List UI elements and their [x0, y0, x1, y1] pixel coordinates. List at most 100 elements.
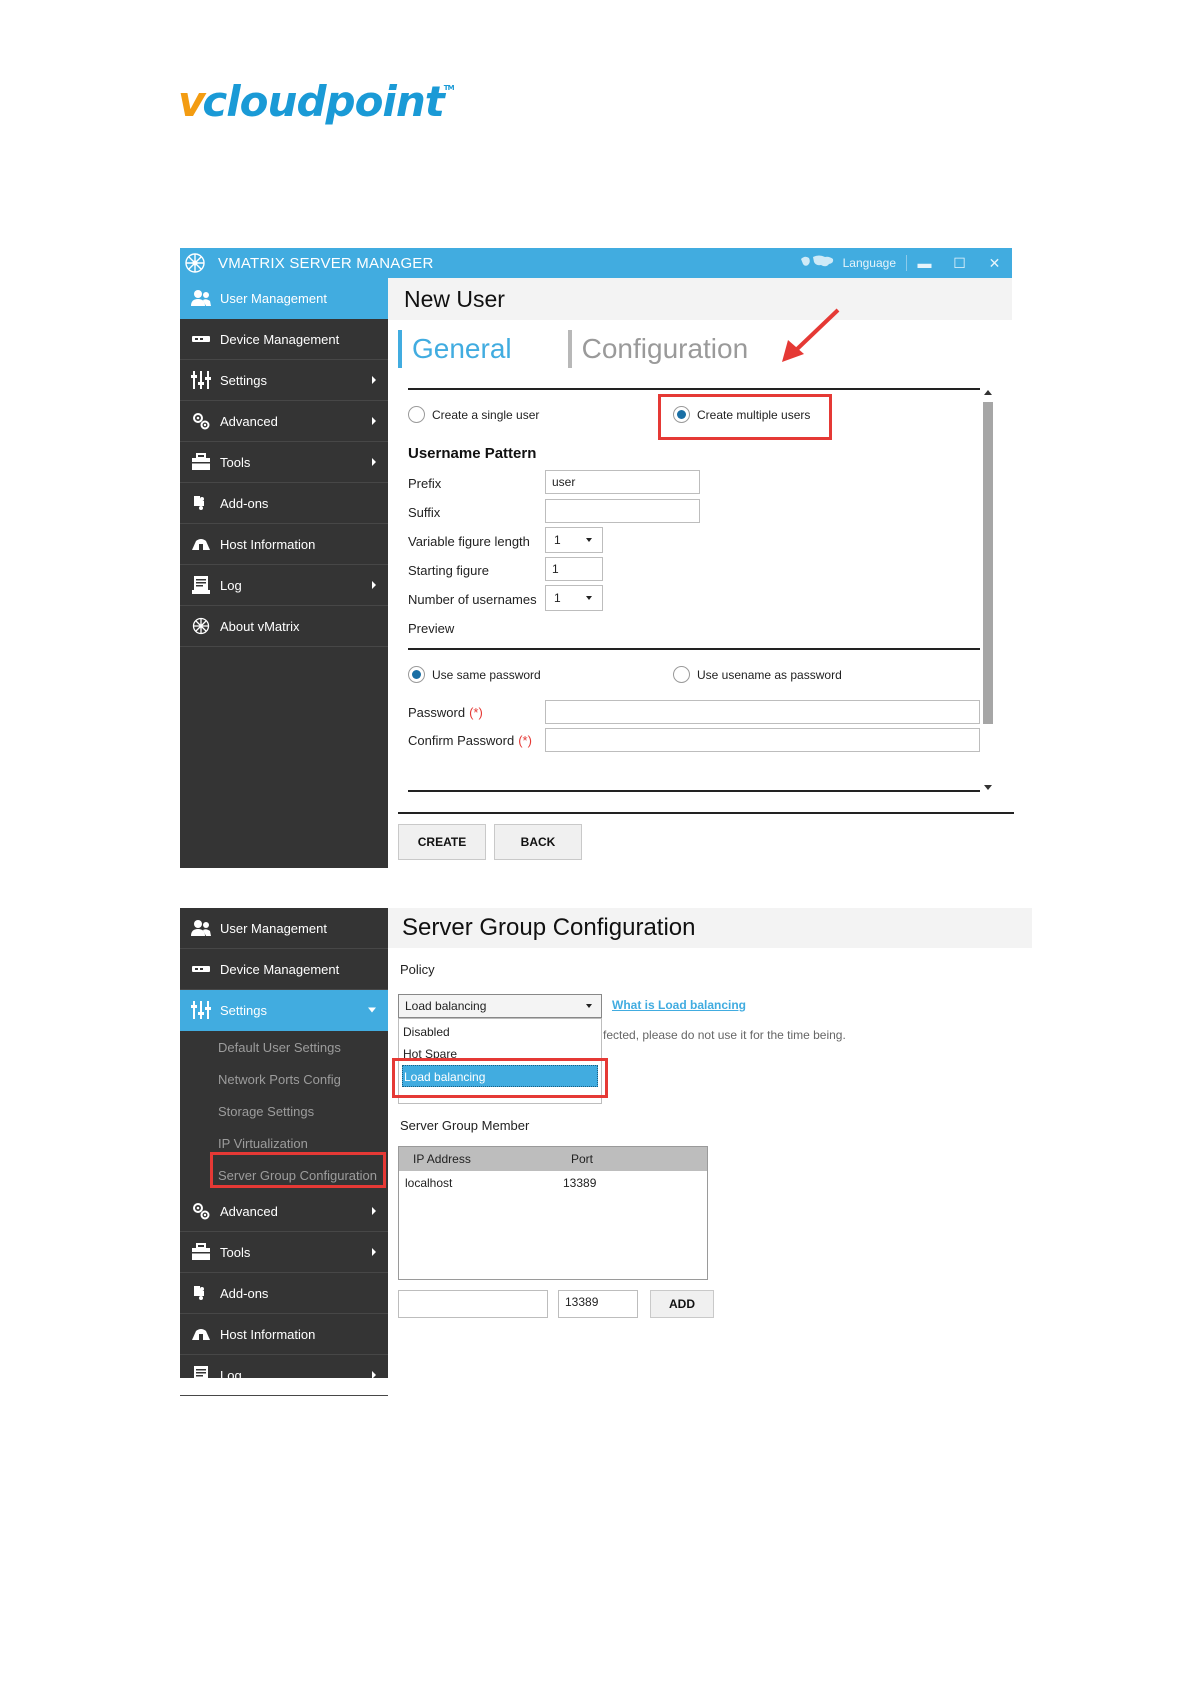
sidebar-item-advanced[interactable]: Advanced — [180, 401, 388, 442]
sidebar-item-device-management[interactable]: Device Management — [180, 949, 388, 990]
chevron-down-icon — [586, 1004, 592, 1008]
password-label: Password (*) — [408, 705, 483, 720]
sidebar-item-device-management[interactable]: Device Management — [180, 319, 388, 360]
puzzle-icon — [190, 1283, 212, 1303]
back-button[interactable]: BACK — [494, 824, 582, 860]
host-icon — [190, 534, 212, 554]
sidebar-item-label: Host Information — [220, 536, 316, 552]
puzzle-icon — [190, 493, 212, 513]
preview-label: Preview — [408, 621, 455, 636]
sidebar-item-about-vmatrix[interactable]: About vMatrix — [180, 606, 388, 647]
policy-label: Policy — [400, 962, 435, 977]
tab-general[interactable]: General — [398, 330, 512, 368]
number-of-usernames-label: Number of usernames — [408, 592, 537, 607]
highlight-box — [658, 394, 832, 440]
sidebar-item-label: Device Management — [220, 961, 340, 977]
variable-length-label: Variable figure length — [408, 534, 530, 549]
submenu-item-default-user-settings[interactable]: Default User Settings — [180, 1031, 388, 1063]
single-user-option[interactable]: Create a single user — [408, 406, 539, 423]
sidebar-item-tools[interactable]: Tools — [180, 1232, 388, 1273]
window-title: VMATRIX SERVER MANAGER — [218, 254, 434, 272]
scroll-down-icon[interactable] — [984, 785, 992, 790]
chevron-right-icon — [372, 1248, 376, 1256]
vcloudpoint-logo: v cloudpoint TM — [178, 77, 455, 126]
sidebar-item-host-information[interactable]: Host Information — [180, 524, 388, 565]
sidebar-item-label: Add-ons — [220, 1285, 269, 1301]
port-input[interactable]: 13389 — [558, 1290, 638, 1318]
sidebar-item-tools[interactable]: Tools — [180, 442, 388, 483]
prefix-input[interactable]: user — [545, 470, 700, 494]
column-ip-address[interactable]: IP Address — [399, 1152, 559, 1166]
scroll-thumb[interactable] — [983, 402, 993, 724]
device-icon — [190, 959, 212, 979]
footer-divider — [398, 812, 1014, 814]
sidebar-item-label: Device Management — [220, 331, 340, 347]
username-pattern-heading: Username Pattern — [408, 445, 537, 462]
radio-username-password[interactable] — [673, 666, 690, 683]
number-of-usernames-select[interactable]: 1 — [545, 585, 603, 611]
highlight-box-submenu — [210, 1152, 386, 1188]
language-selector[interactable]: Language — [799, 255, 907, 271]
radio-same-password[interactable] — [408, 666, 425, 683]
sidebar-item-label: Tools — [220, 454, 251, 470]
sidebar-item-settings[interactable]: Settings — [180, 990, 388, 1031]
sidebar-item-label: Log — [220, 1367, 242, 1383]
confirm-password-input[interactable] — [545, 728, 980, 752]
gears-icon — [190, 411, 212, 431]
vertical-scrollbar[interactable] — [982, 388, 994, 792]
highlight-box-option — [392, 1058, 608, 1098]
divider — [408, 648, 980, 650]
gears-icon — [190, 1201, 212, 1221]
scroll-up-icon[interactable] — [984, 390, 992, 395]
sidebar-item-host-information[interactable]: Host Information — [180, 1314, 388, 1355]
starting-figure-input[interactable]: 1 — [545, 557, 603, 581]
sidebar-item-advanced[interactable]: Advanced — [180, 1191, 388, 1232]
page-title: Server Group Configuration — [388, 908, 1032, 948]
sidebar-item-log[interactable]: Log — [180, 1355, 388, 1396]
users-icon — [190, 288, 212, 308]
sidebar-item-label: Log — [220, 577, 242, 593]
sidebar-item-user-management[interactable]: User Management — [180, 908, 388, 949]
sidebar-item-add-ons[interactable]: Add-ons — [180, 483, 388, 524]
table-header: IP Address Port — [399, 1147, 707, 1171]
submenu-item-storage-settings[interactable]: Storage Settings — [180, 1095, 388, 1127]
username-password-option[interactable]: Use usename as password — [673, 666, 842, 683]
password-input[interactable] — [545, 700, 980, 724]
add-button[interactable]: ADD — [650, 1290, 714, 1318]
close-button[interactable]: ✕ — [977, 255, 1012, 272]
sidebar-item-add-ons[interactable]: Add-ons — [180, 1273, 388, 1314]
sidebar-item-label: Tools — [220, 1244, 251, 1260]
page-title: New User — [388, 278, 1012, 320]
chevron-right-icon — [372, 1207, 376, 1215]
members-table: IP Address Port localhost 13389 — [398, 1146, 708, 1280]
annotation-arrow-icon — [782, 308, 840, 362]
starting-figure-label: Starting figure — [408, 563, 489, 578]
tab-configuration[interactable]: Configuration — [567, 330, 748, 368]
chevron-down-icon — [586, 596, 592, 600]
radio-single[interactable] — [408, 406, 425, 423]
suffix-label: Suffix — [408, 505, 441, 520]
ip-address-input[interactable] — [398, 1290, 548, 1318]
create-button[interactable]: CREATE — [398, 824, 486, 860]
table-row[interactable]: localhost 13389 — [399, 1171, 707, 1195]
submenu-item-network-ports-config[interactable]: Network Ports Config — [180, 1063, 388, 1095]
sidebar-item-log[interactable]: Log — [180, 565, 388, 606]
minimize-button[interactable]: ▬ — [907, 255, 942, 271]
option-disabled[interactable]: Disabled — [399, 1021, 601, 1043]
confirm-password-label: Confirm Password (*) — [408, 733, 532, 748]
policy-select[interactable]: Load balancing — [398, 994, 602, 1018]
load-balancing-help-link[interactable]: What is Load balancing — [612, 998, 746, 1012]
maximize-button[interactable]: ☐ — [942, 255, 977, 272]
suffix-input[interactable] — [545, 499, 700, 523]
sidebar-item-user-management[interactable]: User Management — [180, 278, 388, 319]
title-bar: VMATRIX SERVER MANAGER Language ▬ ☐ ✕ — [180, 248, 1012, 278]
same-password-option[interactable]: Use same password — [408, 666, 541, 683]
sidebar-item-settings[interactable]: Settings — [180, 360, 388, 401]
sidebar-item-label: User Management — [220, 290, 327, 306]
variable-length-select[interactable]: 1 — [545, 527, 603, 553]
sidebar-item-label: Advanced — [220, 1203, 278, 1219]
main-content: Server Group Configuration Policy Load b… — [388, 908, 1032, 1378]
users-icon — [190, 918, 212, 938]
chevron-right-icon — [372, 458, 376, 466]
column-port[interactable]: Port — [559, 1152, 699, 1166]
